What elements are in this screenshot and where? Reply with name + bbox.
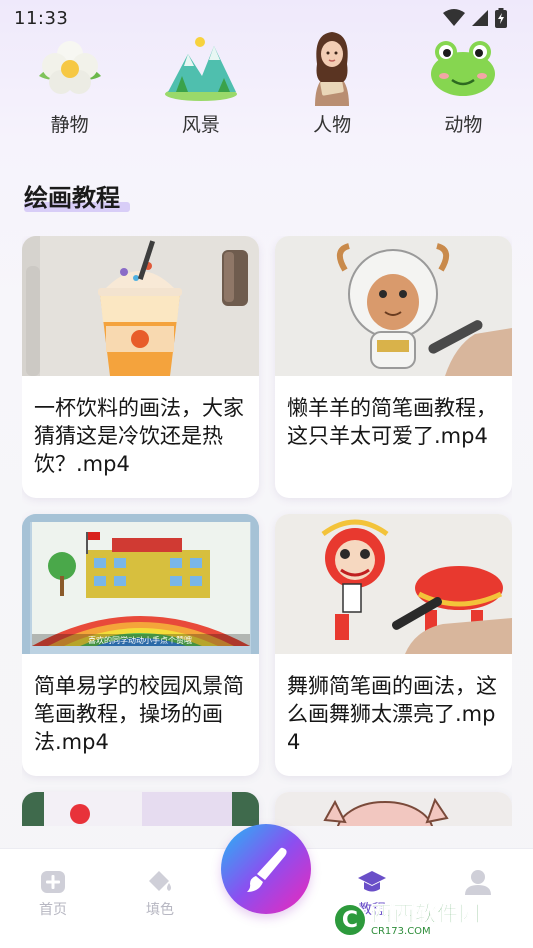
person-icon xyxy=(293,28,371,106)
category-label: 风景 xyxy=(181,114,220,136)
tab-home-label: 首页 xyxy=(39,902,67,918)
video-grid[interactable]: 一杯饮料的画法，大家猜猜这是冷饮还是热饮？.mp4 懒羊羊的简笔画教程，这只羊太… xyxy=(22,236,512,826)
video-card[interactable] xyxy=(22,792,259,826)
category-label: 动物 xyxy=(444,114,483,136)
video-card[interactable]: 一杯饮料的画法，大家猜猜这是冷饮还是热饮？.mp4 xyxy=(22,236,259,498)
category-row: 静物 风景 人物 动物 xyxy=(0,28,533,138)
video-thumbnail xyxy=(275,792,512,826)
video-card[interactable] xyxy=(275,792,512,826)
category-label: 静物 xyxy=(50,114,89,136)
cellular-signal-icon xyxy=(472,10,488,26)
paint-brush-button[interactable] xyxy=(221,824,311,914)
flower-icon xyxy=(31,28,109,106)
video-caption: 喜欢的同学动动小手点个赞哦 xyxy=(88,635,192,645)
category-landscape[interactable]: 风景 xyxy=(146,28,256,138)
home-plus-icon xyxy=(41,871,65,893)
watermark-text: 西西软件园 CR173.COM xyxy=(371,901,481,937)
video-card[interactable]: 喜欢的同学动动小手点个赞哦 简单易学的校园风景简笔画教程，操场的画法.mp4 xyxy=(22,514,259,776)
user-icon xyxy=(465,870,491,895)
video-title: 简单易学的校园风景简笔画教程，操场的画法.mp4 xyxy=(34,674,244,754)
video-thumbnail: 喜欢的同学动动小手点个赞哦 xyxy=(22,514,259,654)
video-thumbnail xyxy=(22,792,259,826)
category-still-life[interactable]: 静物 xyxy=(15,28,125,138)
status-time: 11:33 xyxy=(14,7,69,29)
video-thumbnail xyxy=(275,514,512,654)
category-label: 人物 xyxy=(313,114,352,136)
graduation-cap-icon xyxy=(358,871,386,892)
video-card[interactable]: 懒羊羊的简笔画教程，这只羊太可爱了.mp4 xyxy=(275,236,512,498)
video-title: 一杯饮料的画法，大家猜猜这是冷饮还是热饮？.mp4 xyxy=(34,396,244,476)
video-thumbnail xyxy=(22,236,259,376)
tab-fill-color[interactable]: 填色 xyxy=(125,869,195,919)
watermark-badge: C xyxy=(333,903,367,937)
video-thumbnail xyxy=(275,236,512,376)
frog-icon xyxy=(424,28,502,106)
video-title: 懒羊羊的简笔画教程，这只羊太可爱了.mp4 xyxy=(287,396,497,448)
watermark-sub: CR173.COM xyxy=(371,925,431,937)
battery-icon xyxy=(495,8,507,28)
paint-brush-icon xyxy=(247,847,287,892)
category-people[interactable]: 人物 xyxy=(277,28,387,138)
watermark-logo: C 西西软件园 CR173.COM xyxy=(333,898,523,942)
mountain-icon xyxy=(162,28,240,106)
video-title: 舞狮简笔画的画法，这么画舞狮太漂亮了.mp4 xyxy=(287,674,497,754)
tab-home[interactable]: 首页 xyxy=(18,869,88,919)
tab-fill-label: 填色 xyxy=(146,902,174,918)
section-title: 绘画教程 xyxy=(24,184,120,212)
category-animals[interactable]: 动物 xyxy=(408,28,518,138)
video-card[interactable]: 舞狮简笔画的画法，这么画舞狮太漂亮了.mp4 xyxy=(275,514,512,776)
tab-profile[interactable] xyxy=(443,869,513,895)
paint-bucket-icon xyxy=(149,871,171,891)
wifi-icon xyxy=(443,9,465,26)
status-icons xyxy=(443,8,507,28)
watermark-main: 西西软件园 xyxy=(371,901,481,926)
